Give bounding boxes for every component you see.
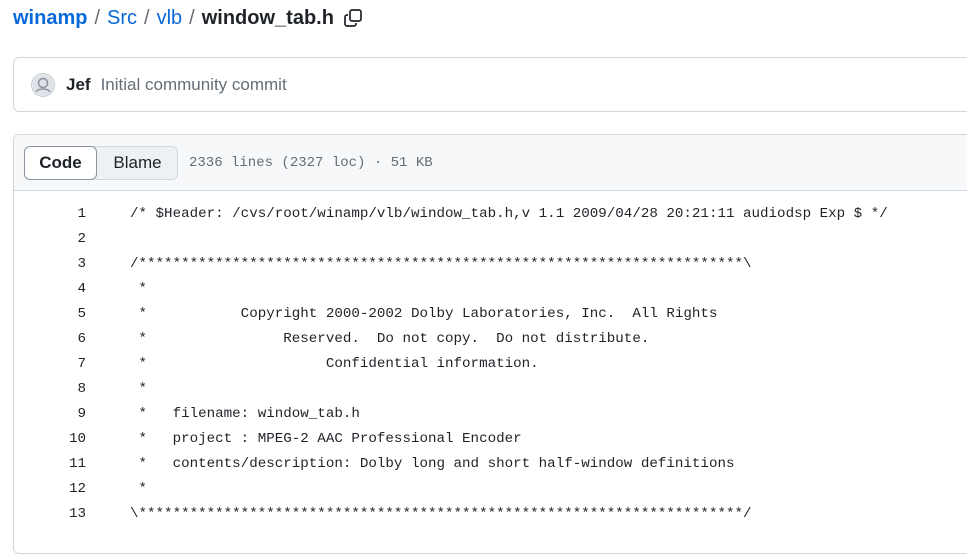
code-line: 3 /**************************************… — [14, 251, 967, 276]
code-line: 8 * — [14, 376, 967, 401]
line-code: * Reserved. Do not copy. Do not distribu… — [130, 330, 650, 347]
file-viewer: Code Blame 2336 lines (2327 loc) · 51 KB… — [13, 134, 967, 554]
line-number[interactable]: 4 — [14, 281, 86, 297]
code-line: 10 * project : MPEG-2 AAC Professional E… — [14, 426, 967, 451]
line-number[interactable]: 8 — [14, 381, 86, 397]
line-code: * Confidential information. — [130, 355, 539, 372]
code-line: 6 * Reserved. Do not copy. Do not distri… — [14, 326, 967, 351]
code-line: 9 * filename: window_tab.h — [14, 401, 967, 426]
breadcrumb-repo-link[interactable]: winamp — [13, 7, 87, 30]
line-code: * — [130, 280, 148, 297]
code-line: 13 \*************************************… — [14, 501, 967, 526]
blame-tab[interactable]: Blame — [96, 147, 177, 179]
line-code: * project : MPEG-2 AAC Professional Enco… — [130, 430, 522, 447]
copy-icon — [344, 9, 362, 27]
commit-author[interactable]: Jef — [66, 75, 91, 95]
code-listing[interactable]: 1 /* $Header: /cvs/root/winamp/vlb/window… — [14, 191, 967, 526]
code-line: 5 * Copyright 2000-2002 Dolby Laboratori… — [14, 301, 967, 326]
breadcrumb-src-link[interactable]: Src — [107, 7, 137, 30]
line-number[interactable]: 6 — [14, 331, 86, 347]
user-avatar-icon — [33, 74, 53, 95]
commit-message[interactable]: Initial community commit — [101, 75, 287, 95]
line-number[interactable]: 12 — [14, 481, 86, 497]
line-code: * Copyright 2000-2002 Dolby Laboratories… — [130, 305, 718, 322]
copy-path-button[interactable] — [343, 8, 363, 28]
line-number[interactable]: 3 — [14, 256, 86, 272]
line-number[interactable]: 7 — [14, 356, 86, 372]
line-number[interactable]: 9 — [14, 406, 86, 422]
line-number[interactable]: 5 — [14, 306, 86, 322]
breadcrumb: winamp / Src / vlb / window_tab.h — [13, 4, 363, 32]
line-code: * — [130, 380, 148, 397]
file-stats: 2336 lines (2327 loc) · 51 KB — [189, 154, 433, 171]
view-mode-toggle: Code Blame — [24, 145, 178, 180]
line-number[interactable]: 2 — [14, 231, 86, 247]
line-number[interactable]: 1 — [14, 206, 86, 222]
code-line: 1 /* $Header: /cvs/root/winamp/vlb/window… — [14, 201, 967, 226]
line-number[interactable]: 11 — [14, 456, 86, 472]
breadcrumb-separator: / — [144, 6, 150, 29]
line-code: /* $Header: /cvs/root/winamp/vlb/window_… — [130, 205, 888, 222]
line-code: * contents/description: Dolby long and s… — [130, 455, 735, 472]
code-line: 7 * Confidential information. — [14, 351, 967, 376]
line-code: * filename: window_tab.h — [130, 405, 360, 422]
line-number[interactable]: 10 — [14, 431, 86, 447]
line-code: \***************************************… — [130, 505, 752, 522]
line-code: * — [130, 480, 148, 497]
breadcrumb-file-name: window_tab.h — [201, 6, 334, 29]
breadcrumb-separator: / — [189, 6, 195, 29]
code-line: 11 * contents/description: Dolby long an… — [14, 451, 967, 476]
code-line: 2 — [14, 226, 967, 251]
breadcrumb-vlb-link[interactable]: vlb — [157, 7, 183, 30]
line-number[interactable]: 13 — [14, 506, 86, 522]
author-avatar[interactable] — [31, 72, 55, 97]
breadcrumb-separator: / — [94, 6, 101, 29]
code-line: 12 * — [14, 476, 967, 501]
code-tab[interactable]: Code — [24, 145, 97, 180]
code-line: 4 * — [14, 276, 967, 301]
file-header: Code Blame 2336 lines (2327 loc) · 51 KB — [14, 135, 967, 191]
latest-commit-bar: Jef Initial community commit — [13, 57, 967, 112]
line-code: /***************************************… — [130, 255, 752, 272]
